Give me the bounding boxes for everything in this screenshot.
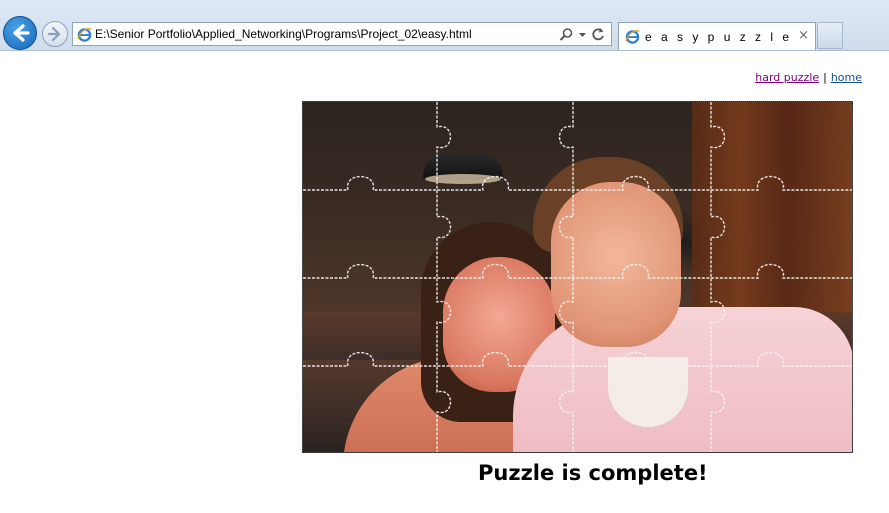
- ie-logo-icon: [77, 27, 92, 42]
- link-separator: |: [823, 71, 827, 84]
- ie-logo-icon: [625, 29, 640, 44]
- chevron-down-icon[interactable]: [578, 27, 587, 42]
- home-link[interactable]: home: [831, 71, 862, 84]
- browser-tab[interactable]: e a s y p u z z l e ×: [618, 22, 816, 50]
- forward-arrow-icon: [47, 26, 61, 42]
- refresh-icon[interactable]: [591, 27, 605, 42]
- new-tab-button[interactable]: [817, 22, 843, 49]
- back-arrow-icon: [13, 24, 30, 42]
- close-icon[interactable]: ×: [798, 28, 809, 43]
- hard-puzzle-link[interactable]: hard puzzle: [755, 71, 819, 84]
- search-icon[interactable]: [559, 27, 574, 42]
- tab-title: e a s y p u z z l e: [645, 30, 793, 44]
- back-button[interactable]: [3, 16, 37, 50]
- top-nav-links: hard puzzle | home: [755, 71, 862, 84]
- address-bar[interactable]: E:\Senior Portfolio\Applied_Networking\P…: [72, 22, 612, 46]
- address-url[interactable]: E:\Senior Portfolio\Applied_Networking\P…: [95, 27, 472, 41]
- forward-button[interactable]: [42, 21, 68, 47]
- address-tools: [559, 26, 605, 42]
- browser-toolbar: E:\Senior Portfolio\Applied_Networking\P…: [0, 0, 889, 51]
- puzzle-piece-outlines: [303, 102, 852, 452]
- puzzle-status-message: Puzzle is complete!: [478, 461, 708, 485]
- puzzle-board[interactable]: [302, 101, 853, 453]
